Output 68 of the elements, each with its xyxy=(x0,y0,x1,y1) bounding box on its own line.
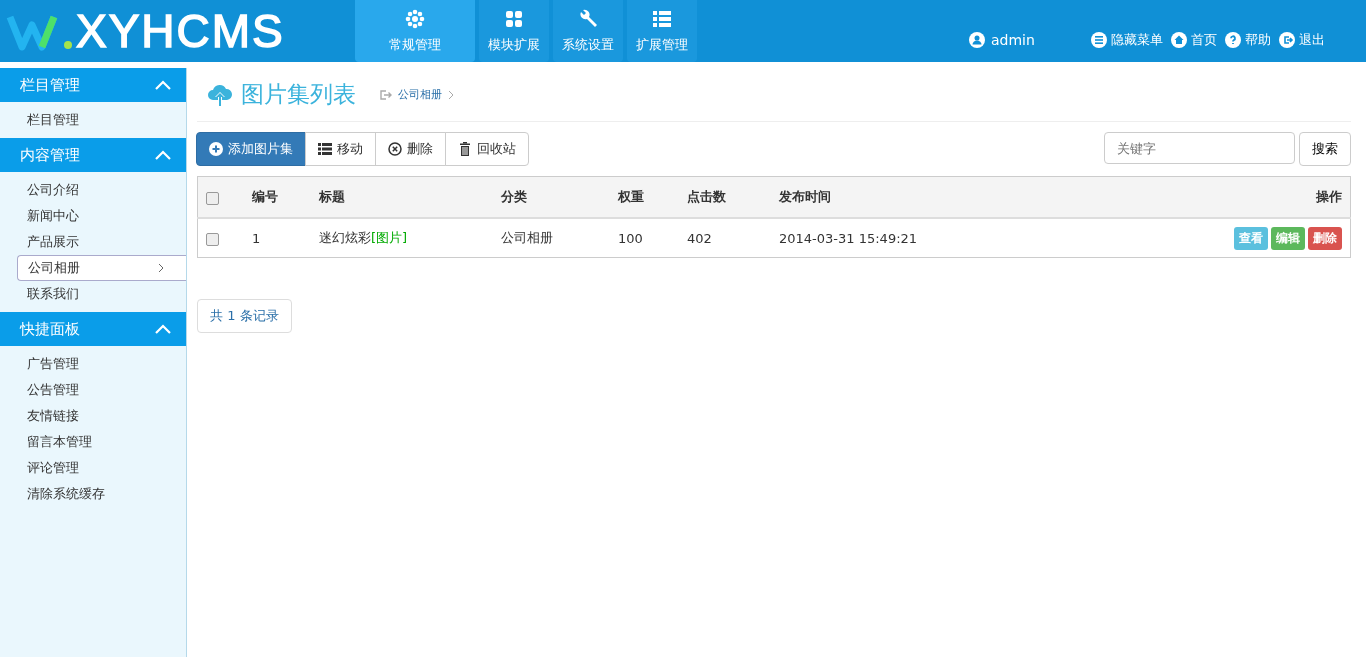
nav-tab[interactable]: 模块扩展 xyxy=(479,0,549,62)
search-field[interactable]: 关键字 xyxy=(1104,132,1295,164)
column-header: 点击数 xyxy=(686,176,778,218)
sidebar-section-header[interactable]: 快捷面板 xyxy=(0,312,186,346)
table-cell: 402 xyxy=(686,218,778,258)
column-header: 发布时间 xyxy=(778,176,1086,218)
column-header: 标题 xyxy=(318,176,500,218)
sidebar-section-header[interactable]: 内容管理 xyxy=(0,138,186,172)
wrench-icon xyxy=(577,8,599,30)
close-icon xyxy=(388,142,402,156)
sidebar-item[interactable]: 友情链接 xyxy=(17,403,186,429)
sidebar-section-header[interactable]: 栏目管理 xyxy=(0,68,186,102)
page-title: 图片集列表 xyxy=(241,80,356,109)
table-cell: 1 xyxy=(251,218,318,258)
sidebar-item[interactable]: 新闻中心 xyxy=(17,203,186,229)
breadcrumb-link[interactable]: 公司相册 xyxy=(398,87,442,102)
nav-tab[interactable]: 扩展管理 xyxy=(627,0,697,62)
search-button[interactable]: 搜索 xyxy=(1299,132,1351,166)
sidebar-item[interactable]: 产品展示 xyxy=(17,229,186,255)
chevron-icon xyxy=(154,149,172,161)
top-link[interactable]: 首页 xyxy=(1170,31,1217,49)
table-cell: 公司相册 xyxy=(500,218,617,258)
sidebar-item[interactable]: 公告管理 xyxy=(17,377,186,403)
trash-icon xyxy=(458,142,472,156)
sidebar-item[interactable]: 广告管理 xyxy=(17,351,186,377)
list-icon xyxy=(318,142,332,156)
exit-icon xyxy=(380,89,392,100)
sidebar-item[interactable]: 联系我们 xyxy=(17,281,186,307)
chevron-icon xyxy=(448,89,454,100)
sidebar-item[interactable]: 公司相册 xyxy=(17,255,186,281)
chevron-icon xyxy=(154,79,172,91)
toolbar-button[interactable]: 移动 xyxy=(305,132,376,166)
table-cell: 100 xyxy=(617,218,686,258)
asterisk-icon xyxy=(404,8,426,30)
column-header: 分类 xyxy=(500,176,617,218)
logout-icon xyxy=(1278,32,1295,48)
sidebar-item[interactable]: 评论管理 xyxy=(17,455,186,481)
sidebar-item[interactable]: 清除系统缓存 xyxy=(17,481,186,507)
sidebar-item[interactable]: 留言本管理 xyxy=(17,429,186,455)
toolbar-button[interactable]: 删除 xyxy=(375,132,446,166)
list-icon xyxy=(651,8,673,30)
grid-icon xyxy=(503,8,525,30)
user-icon xyxy=(969,32,985,48)
sidebar-item[interactable]: 公司介绍 xyxy=(17,177,186,203)
chevron-icon xyxy=(154,323,172,335)
record-count: 共 1 条记录 xyxy=(197,299,292,333)
top-link[interactable]: 退出 xyxy=(1278,31,1325,49)
action-button[interactable]: 删除 xyxy=(1308,226,1342,250)
row-checkbox[interactable] xyxy=(206,232,219,246)
top-link[interactable]: 帮助 xyxy=(1224,31,1271,49)
sidebar-item[interactable]: 栏目管理 xyxy=(17,107,186,133)
chevron-icon xyxy=(158,263,164,273)
home-icon xyxy=(1170,32,1187,48)
column-header: 编号 xyxy=(251,176,318,218)
top-link[interactable]: 隐藏菜单 xyxy=(1090,31,1163,49)
select-all-checkbox[interactable] xyxy=(206,191,219,205)
logo-text: XYHCMS xyxy=(76,4,285,58)
column-header: 操作 xyxy=(1085,176,1351,218)
table-cell: 迷幻炫彩[图片] xyxy=(319,230,408,245)
column-header: 权重 xyxy=(617,176,686,218)
nav-tab[interactable]: 系统设置 xyxy=(553,0,623,62)
table-cell: 2014-03-31 15:49:21 xyxy=(778,218,1086,258)
toolbar-button[interactable]: 回收站 xyxy=(445,132,529,166)
help-icon xyxy=(1224,32,1241,48)
menu-icon xyxy=(1090,32,1107,48)
toolbar-button[interactable]: 添加图片集 xyxy=(196,132,306,166)
username[interactable]: admin xyxy=(991,32,1035,48)
plus-icon xyxy=(209,142,223,156)
